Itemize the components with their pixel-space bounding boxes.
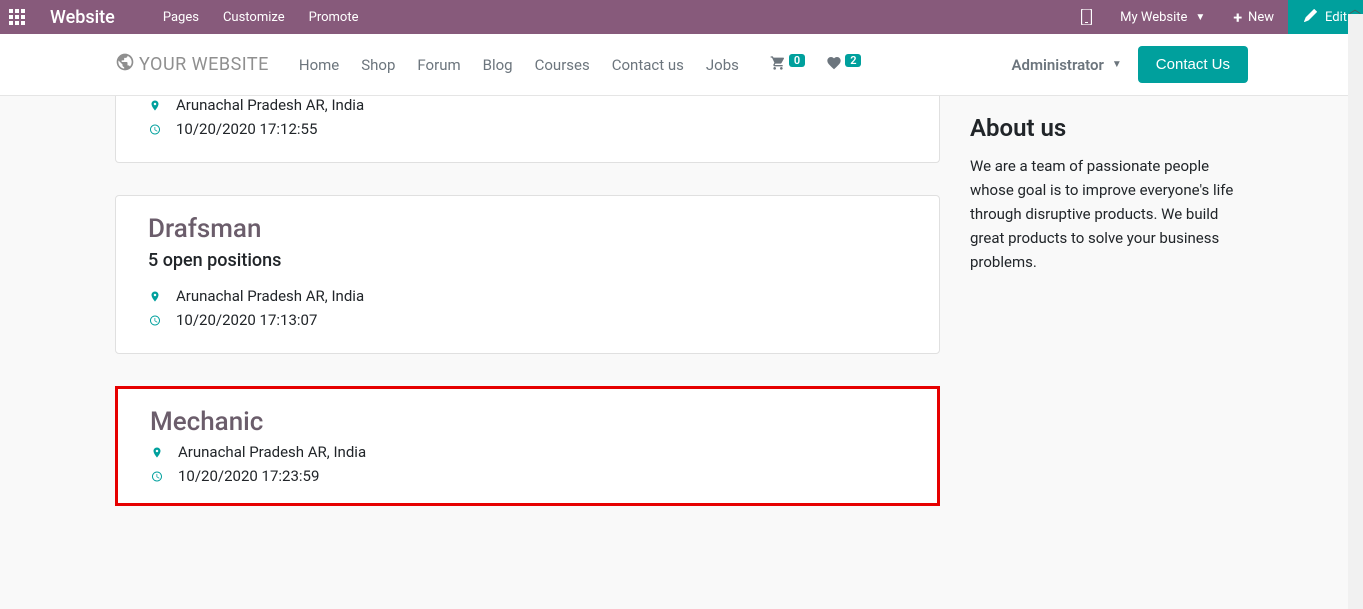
top-menu-customize[interactable]: Customize bbox=[221, 2, 287, 33]
top-menu-promote[interactable]: Promote bbox=[307, 2, 361, 33]
wishlist-badge: 2 bbox=[845, 54, 861, 67]
cart-icon bbox=[769, 55, 787, 75]
clock-icon bbox=[148, 122, 162, 137]
job-title[interactable]: Mechanic bbox=[150, 407, 905, 437]
nav-forum[interactable]: Forum bbox=[417, 56, 460, 74]
site-nav: YOUR WEBSITE Home Shop Forum Blog Course… bbox=[0, 34, 1363, 96]
nav-contact[interactable]: Contact us bbox=[612, 56, 684, 74]
sidebar: About us We are a team of passionate peo… bbox=[970, 96, 1235, 506]
globe-icon bbox=[115, 52, 135, 77]
about-title: About us bbox=[970, 114, 1235, 142]
heart-icon bbox=[825, 55, 843, 75]
scrollbar-track[interactable] bbox=[1348, 14, 1363, 609]
job-location-text: Arunachal Pradesh AR, India bbox=[178, 443, 366, 461]
job-datetime-text: 10/20/2020 17:23:59 bbox=[178, 467, 319, 485]
jobs-list: Arunachal Pradesh AR, India 10/20/2020 17… bbox=[115, 96, 940, 506]
app-brand[interactable]: Website bbox=[34, 7, 131, 28]
top-right: My Website ▼ + New Edit bbox=[1067, 0, 1363, 34]
chevron-down-icon: ▼ bbox=[1112, 59, 1122, 70]
top-menu: Pages Customize Promote bbox=[131, 2, 361, 33]
job-positions: 5 open positions bbox=[148, 250, 907, 271]
edit-label: Edit bbox=[1325, 10, 1347, 25]
job-datetime: 10/20/2020 17:23:59 bbox=[150, 467, 905, 485]
logo-text: YOUR WEBSITE bbox=[139, 54, 269, 75]
job-card[interactable]: Mechanic Arunachal Pradesh AR, India 10/20… bbox=[115, 386, 940, 506]
new-label: New bbox=[1248, 10, 1274, 25]
mobile-preview-icon[interactable] bbox=[1067, 0, 1106, 34]
cart-button[interactable]: 0 bbox=[769, 55, 805, 75]
job-location-text: Arunachal Pradesh AR, India bbox=[176, 287, 364, 305]
website-switcher[interactable]: My Website ▼ bbox=[1106, 0, 1219, 34]
nav-shop[interactable]: Shop bbox=[361, 56, 395, 74]
job-datetime-text: 10/20/2020 17:13:07 bbox=[176, 311, 317, 329]
chevron-down-icon: ▼ bbox=[1195, 12, 1205, 23]
nav-jobs[interactable]: Jobs bbox=[706, 56, 739, 74]
nav-icons: 0 2 bbox=[769, 55, 862, 75]
nav-links: Home Shop Forum Blog Courses Contact us … bbox=[299, 56, 739, 74]
map-pin-icon bbox=[148, 98, 162, 113]
map-pin-icon bbox=[148, 289, 162, 304]
user-menu[interactable]: Administrator ▼ bbox=[1012, 56, 1122, 74]
apps-grid-icon[interactable] bbox=[0, 9, 34, 25]
nav-right: Administrator ▼ Contact Us bbox=[1012, 46, 1248, 83]
nav-courses[interactable]: Courses bbox=[535, 56, 590, 74]
nav-blog[interactable]: Blog bbox=[483, 56, 513, 74]
wishlist-button[interactable]: 2 bbox=[825, 55, 861, 75]
job-card[interactable]: Drafsman 5 open positions Arunachal Prades… bbox=[115, 195, 940, 354]
job-location: Arunachal Pradesh AR, India bbox=[148, 96, 907, 114]
page-content: Arunachal Pradesh AR, India 10/20/2020 17… bbox=[0, 96, 1363, 506]
cart-badge: 0 bbox=[789, 54, 805, 67]
new-button[interactable]: + New bbox=[1219, 0, 1288, 34]
plus-icon: + bbox=[1233, 8, 1242, 27]
nav-home[interactable]: Home bbox=[299, 56, 339, 74]
job-datetime: 10/20/2020 17:13:07 bbox=[148, 311, 907, 329]
pencil-icon bbox=[1304, 9, 1317, 26]
clock-icon bbox=[148, 313, 162, 328]
top-menu-pages[interactable]: Pages bbox=[161, 2, 201, 33]
contact-us-button[interactable]: Contact Us bbox=[1138, 46, 1248, 83]
job-card[interactable]: Arunachal Pradesh AR, India 10/20/2020 17… bbox=[115, 96, 940, 163]
job-title[interactable]: Drafsman bbox=[148, 214, 907, 244]
map-pin-icon bbox=[150, 445, 164, 460]
clock-icon bbox=[150, 469, 164, 484]
job-location: Arunachal Pradesh AR, India bbox=[150, 443, 905, 461]
top-bar: Website Pages Customize Promote My Websi… bbox=[0, 0, 1363, 34]
job-location: Arunachal Pradesh AR, India bbox=[148, 287, 907, 305]
website-switcher-label: My Website bbox=[1120, 10, 1187, 25]
job-datetime: 10/20/2020 17:12:55 bbox=[148, 120, 907, 138]
job-datetime-text: 10/20/2020 17:12:55 bbox=[176, 120, 317, 138]
user-label: Administrator bbox=[1012, 56, 1104, 74]
about-text: We are a team of passionate people whose… bbox=[970, 154, 1235, 274]
site-logo[interactable]: YOUR WEBSITE bbox=[115, 52, 269, 77]
job-location-text: Arunachal Pradesh AR, India bbox=[176, 96, 364, 114]
